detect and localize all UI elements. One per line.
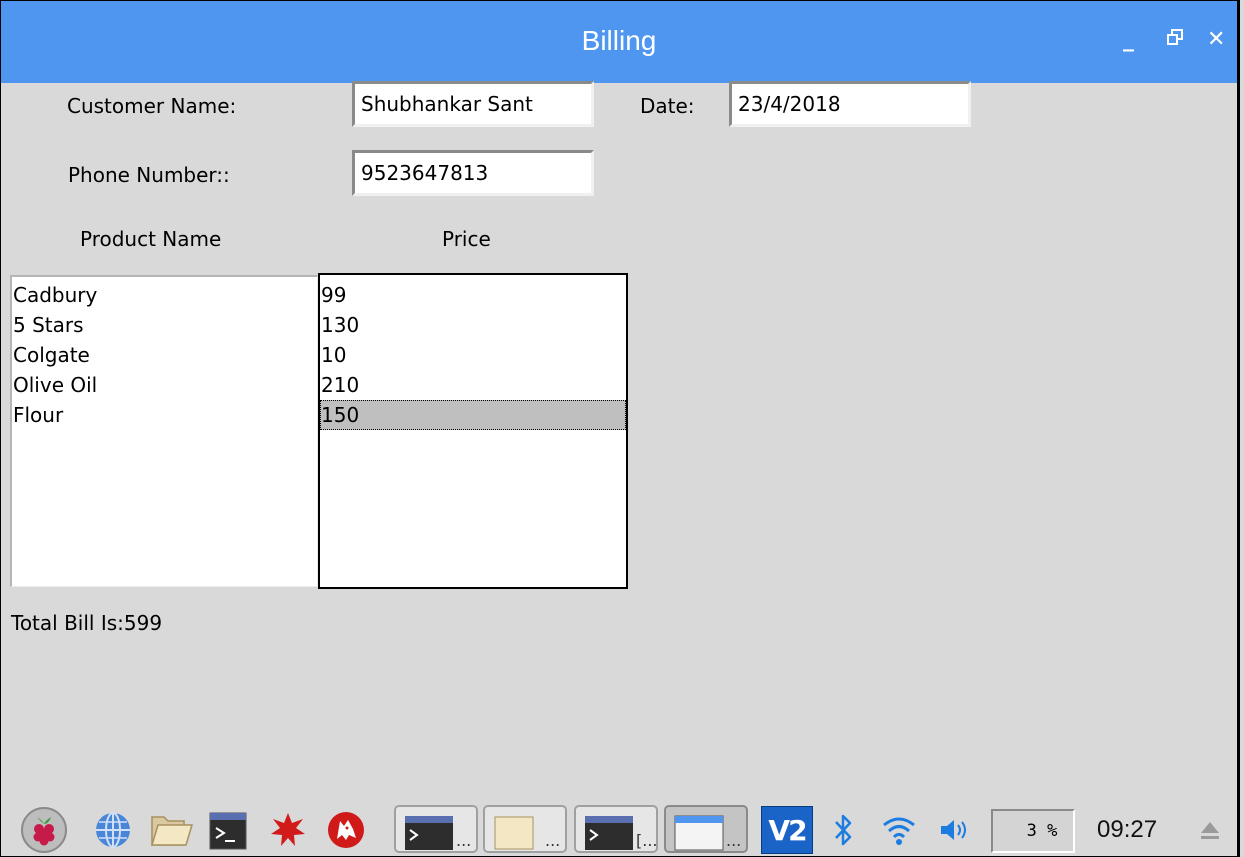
price-list-item[interactable]: 150 [320,400,626,430]
product-list-item[interactable]: Olive Oil [12,370,317,400]
cpu-usage-text: 3 % [1026,821,1058,841]
price-list-item[interactable]: 130 [320,310,626,340]
task-label: ... [726,831,742,850]
price-header: Price [442,227,491,251]
restore-icon [1167,29,1183,45]
volume-icon [941,820,966,840]
task-label: ... [456,831,472,850]
wifi-icon [883,817,915,845]
product-list-item[interactable]: Cadbury [12,280,317,310]
clock[interactable]: 09:27 [1097,816,1157,844]
price-list-item[interactable]: 210 [320,370,626,400]
wifi-button[interactable] [879,810,919,850]
customer-name-field[interactable]: Shubhankar Sant [352,81,594,127]
task-label: [... [636,831,658,850]
price-list-item[interactable]: 10 [320,340,626,370]
minimize-button[interactable]: _ [1123,27,1134,52]
restore-button[interactable] [1167,29,1183,50]
wolf-icon [328,812,364,848]
terminal-launcher[interactable] [208,811,248,851]
title-bar[interactable]: Billing _ ✕ [1,1,1237,83]
window-title: Billing [581,25,657,56]
file-manager-launcher[interactable] [149,810,195,850]
total-bill-label: Total Bill Is:599 [11,611,163,635]
folder-icon [494,816,534,850]
folder-icon [150,816,194,846]
phone-number-label: Phone Number:: [68,163,230,187]
eject-icon [1201,822,1219,839]
date-label: Date: [640,94,695,118]
terminal-icon [585,816,633,850]
phone-number-field[interactable]: 9523647813 [352,150,594,196]
raspberry-icon [33,817,55,846]
web-browser-launcher[interactable] [93,810,133,850]
task-file-manager[interactable]: ... [483,805,567,853]
bluetooth-button[interactable] [829,810,859,850]
raspberry-menu-button[interactable] [21,807,67,853]
close-button[interactable]: ✕ [1207,27,1225,52]
cpu-monitor[interactable]: 3 % [991,809,1075,853]
wolfram-launcher[interactable] [326,810,366,850]
product-list-item[interactable]: Colgate [12,340,317,370]
bluetooth-icon [835,814,852,846]
product-list-item[interactable]: 5 Stars [12,310,317,340]
task-terminal-2[interactable]: [... [574,805,658,853]
vnc-icon: V2 [768,813,807,847]
terminal-icon [405,816,453,850]
product-list-item[interactable]: Flour [12,400,317,430]
mathematica-launcher[interactable] [269,811,307,849]
billing-window: Billing _ ✕ Customer Name: Shubhankar Sa… [0,0,1240,857]
globe-icon [96,812,130,848]
task-billing-window[interactable]: ... [664,805,748,853]
vnc-server-button[interactable]: V2 [761,806,813,854]
volume-button[interactable] [937,811,973,849]
task-label: ... [545,831,561,850]
customer-name-label: Customer Name: [67,94,237,118]
product-name-header: Product Name [80,227,222,251]
date-field[interactable]: 23/4/2018 [729,81,971,127]
eject-button[interactable] [1195,813,1225,847]
terminal-icon [209,812,247,850]
task-terminal-1[interactable]: ... [394,805,478,853]
price-list-item[interactable]: 99 [320,280,626,310]
mathematica-icon [271,813,305,846]
product-listbox[interactable]: Cadbury 5 Stars Colgate Olive Oil Flour [10,275,318,587]
window-icon [674,815,724,851]
price-listbox[interactable]: 99 130 10 210 150 [318,273,628,589]
